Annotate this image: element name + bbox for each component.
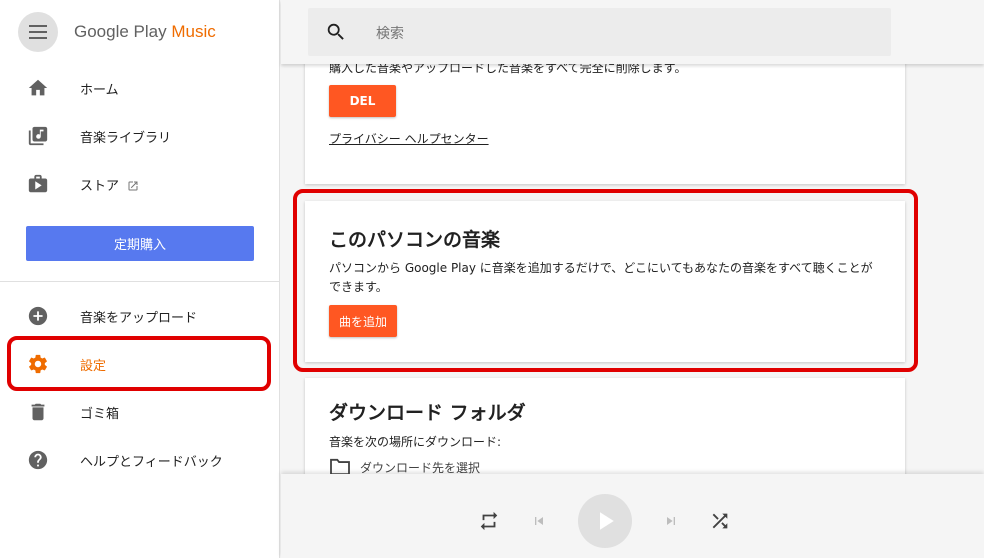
sidebar-item-trash[interactable]: ゴミ箱 (0, 388, 280, 436)
sidebar-item-label: ストア (80, 175, 139, 194)
settings-highlight-box (7, 336, 271, 391)
play-icon (600, 512, 614, 530)
app-logo[interactable]: Google Play Music (74, 22, 216, 42)
home-icon (28, 79, 48, 96)
player-bar (281, 474, 984, 558)
sidebar-item-label: ホーム (80, 82, 119, 98)
menu-button[interactable] (18, 12, 58, 52)
sidebar-divider (0, 281, 280, 282)
external-link-icon (128, 181, 138, 191)
sidebar-item-home[interactable]: ホーム (0, 64, 280, 112)
logo-accent-text: Music (171, 22, 216, 41)
store-label-text: ストア (80, 178, 120, 194)
sidebar-header: Google Play Music (0, 0, 279, 64)
choose-download-location[interactable]: ダウンロード先を選択 (329, 458, 480, 474)
download-folder-title: ダウンロード フォルダ (329, 402, 526, 424)
top-bar: 検索 (281, 0, 984, 64)
delete-description: 購入した音楽やアップロードした音楽をすべて完全に削除します。 (329, 64, 687, 75)
sidebar-item-library[interactable]: 音楽ライブラリ (0, 112, 280, 160)
menu-icon (29, 25, 47, 39)
sidebar-item-label: 音楽をアップロード (80, 310, 198, 326)
pc-music-highlight-box (293, 189, 918, 372)
help-icon (28, 450, 48, 470)
repeat-icon (480, 511, 498, 531)
download-folder-card: ダウンロード フォルダ 音楽を次の場所にダウンロード: ダウンロード先を選択 (305, 378, 905, 474)
logo-main-text: Google Play (74, 22, 167, 41)
download-folder-description: 音楽を次の場所にダウンロード: (329, 435, 502, 449)
delete-button[interactable]: DEL (329, 85, 396, 117)
sidebar-item-help[interactable]: ヘルプとフィードバック (0, 436, 280, 484)
sidebar-item-upload[interactable]: 音楽をアップロード (0, 292, 280, 340)
folder-icon (330, 458, 350, 474)
add-circle-icon (28, 306, 48, 326)
subscribe-button[interactable]: 定期購入 (26, 226, 254, 261)
sidebar-item-label: ゴミ箱 (80, 406, 120, 422)
repeat-button[interactable] (478, 509, 500, 533)
library-music-icon (28, 126, 48, 146)
privacy-help-link[interactable]: プライバシー ヘルプセンター (329, 130, 489, 147)
trash-icon (31, 403, 45, 421)
store-icon (28, 174, 48, 193)
skip-previous-icon (535, 517, 543, 525)
sidebar-item-label: 音楽ライブラリ (80, 130, 172, 146)
next-button[interactable] (661, 511, 681, 531)
search-input[interactable]: 検索 (376, 23, 404, 43)
sidebar-item-label: ヘルプとフィードバック (80, 454, 223, 470)
sidebar: Google Play Music ホーム 音楽ライブラリ ストア 定期購入 音… (0, 0, 280, 558)
skip-next-icon (667, 517, 675, 525)
search-icon[interactable] (325, 21, 347, 43)
folder-label: ダウンロード先を選択 (360, 460, 481, 475)
search-bar[interactable]: 検索 (308, 8, 891, 56)
play-button[interactable] (578, 494, 632, 548)
previous-button[interactable] (529, 511, 549, 531)
delete-music-card: 購入した音楽やアップロードした音楽をすべて完全に削除します。 DEL プライバシ… (305, 64, 905, 184)
sidebar-item-store[interactable]: ストア (0, 160, 280, 208)
shuffle-button[interactable] (708, 509, 732, 533)
shuffle-icon (712, 513, 728, 529)
